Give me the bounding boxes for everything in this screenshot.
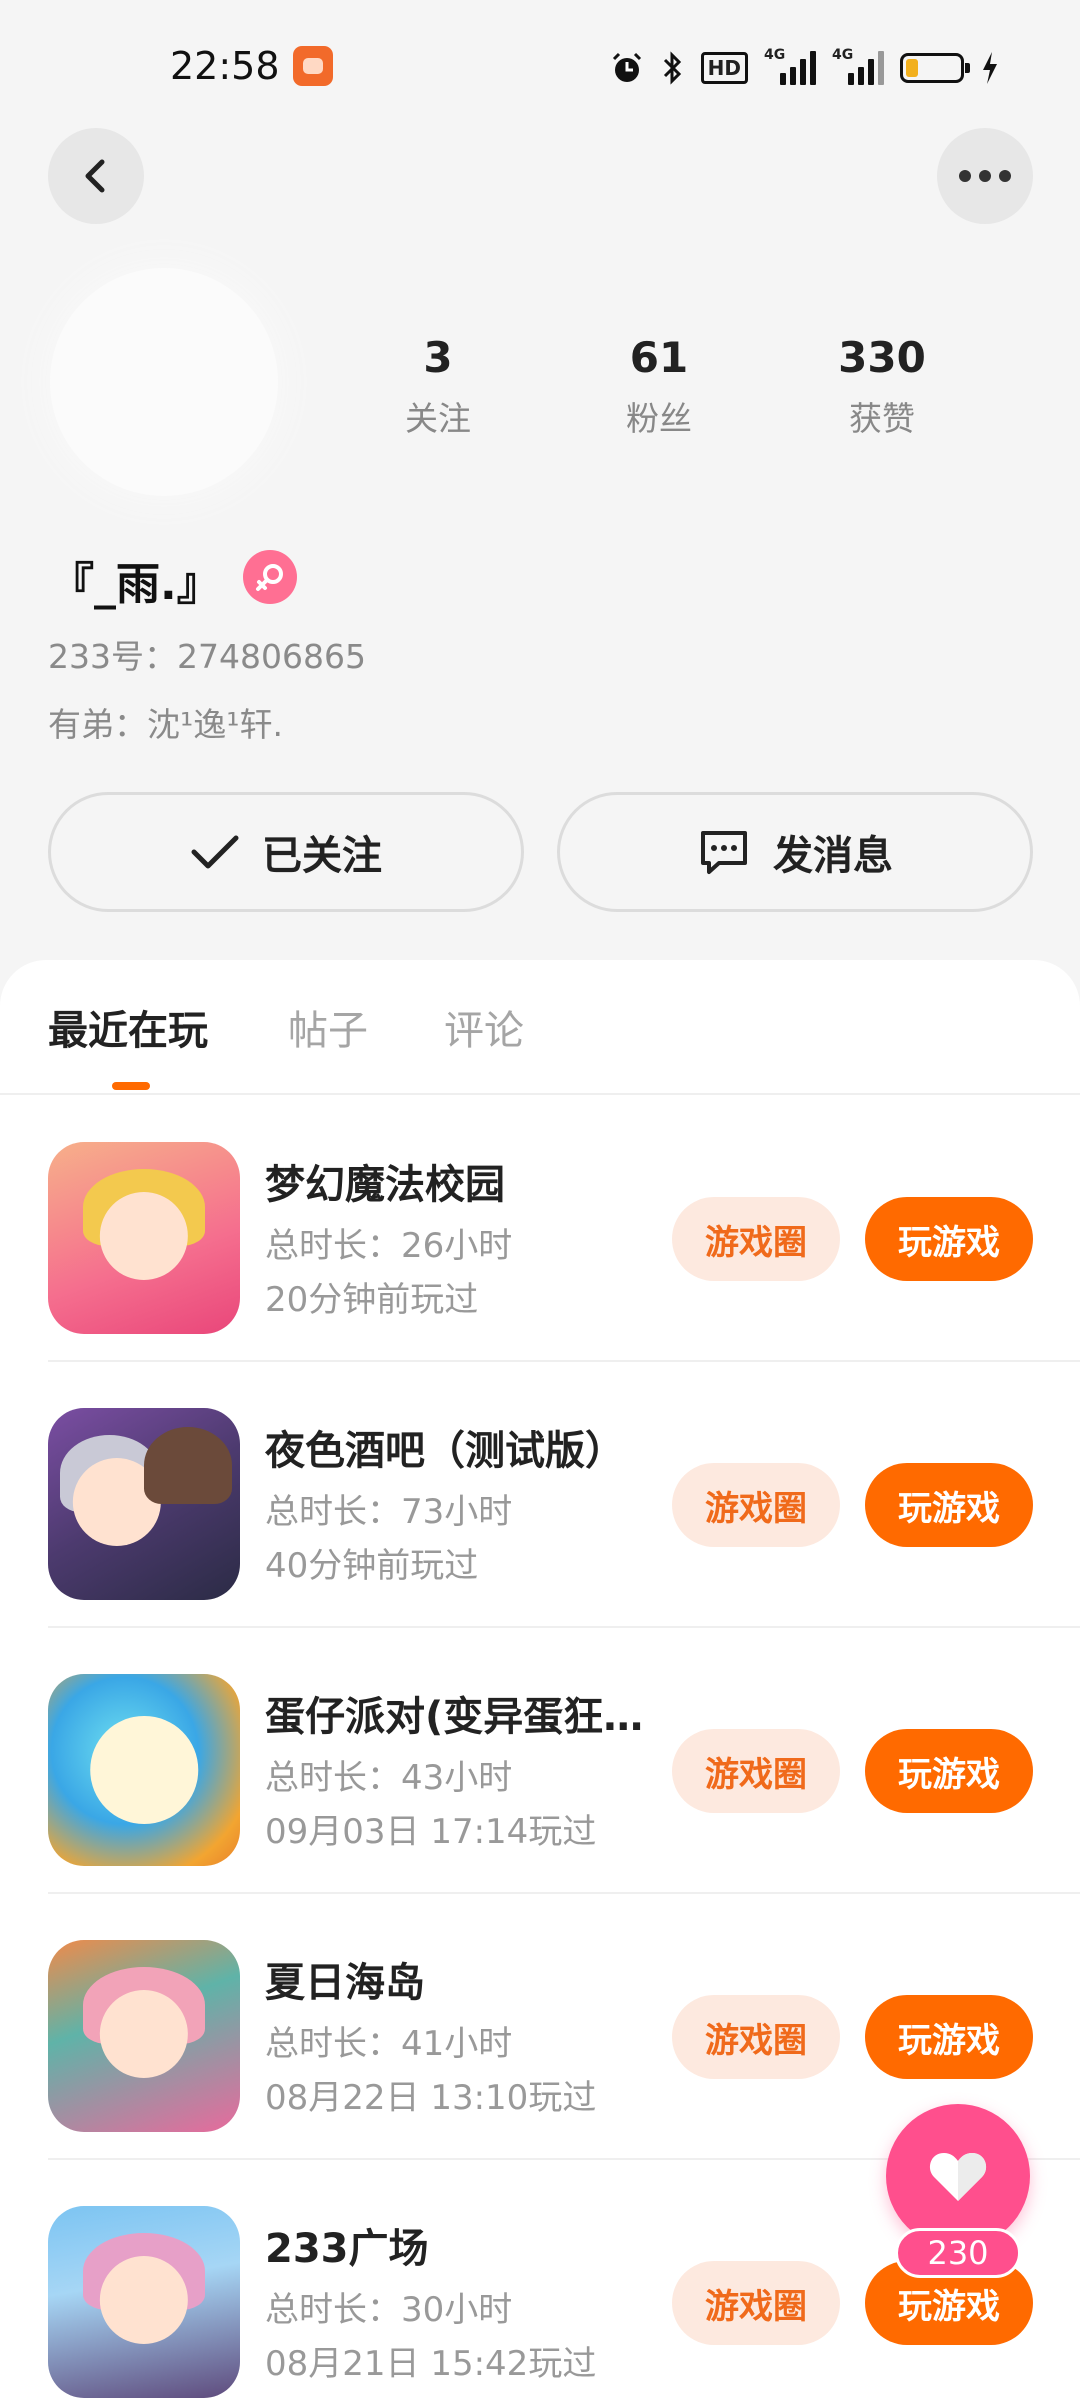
game-icon[interactable] (48, 1940, 240, 2132)
play-game-button[interactable]: 玩游戏 (865, 1197, 1033, 1281)
nickname: 『_雨.』 (50, 559, 221, 610)
status-time: 22:58 (170, 44, 280, 88)
game-duration: 总时长：41小时 (265, 2024, 513, 2064)
list-item[interactable]: 梦幻魔法校园 总时长：26小时 20分钟前玩过 游戏圈 玩游戏 (0, 1096, 1080, 1362)
game-circle-button[interactable]: 游戏圈 (672, 1729, 840, 1813)
game-duration: 总时长：30小时 (265, 2290, 513, 2330)
chat-bubble-icon (701, 831, 747, 874)
play-game-button[interactable]: 玩游戏 (865, 1729, 1033, 1813)
signal-icon-2: 4G (832, 47, 884, 85)
user-id: 233号：274806865 (48, 637, 366, 676)
more-button[interactable] (937, 128, 1033, 224)
stat-following-count: 3 (423, 333, 453, 382)
avatar[interactable] (50, 268, 278, 496)
message-label: 发消息 (773, 833, 893, 879)
game-icon[interactable] (48, 1674, 240, 1866)
followed-button[interactable]: 已关注 (48, 792, 524, 912)
play-game-button[interactable]: 玩游戏 (865, 1463, 1033, 1547)
female-icon (256, 564, 283, 591)
tab-posts[interactable]: 帖子 (288, 998, 368, 1056)
game-icon[interactable] (48, 2206, 240, 2398)
stat-following[interactable]: 3 关注 (348, 330, 528, 440)
check-icon (191, 835, 239, 869)
charging-icon (983, 52, 997, 84)
gender-badge (243, 550, 297, 604)
game-circle-button[interactable]: 游戏圈 (672, 2261, 840, 2345)
game-last-played: 08月22日 13:10玩过 (265, 2078, 597, 2118)
status-icons: HD 4G 4G (609, 47, 1000, 88)
game-name: 夏日海岛 (265, 1960, 425, 2006)
app-notification-icon (293, 46, 333, 86)
signal-label-2: 4G (832, 47, 854, 63)
game-last-played: 40分钟前玩过 (265, 1546, 479, 1586)
tab-recent-games[interactable]: 最近在玩 (48, 998, 208, 1056)
hd-voice-icon: HD (700, 52, 748, 84)
game-name: 蛋仔派对(变异蛋狂欢) (265, 1694, 655, 1740)
back-arrow-icon (85, 159, 105, 193)
like-button[interactable] (886, 2104, 1030, 2248)
stat-likes-count: 330 (838, 333, 926, 382)
battery-icon (900, 53, 970, 83)
user-bio: 有弟：沈¹逸¹轩. (48, 705, 283, 744)
bluetooth-icon (663, 51, 681, 85)
stat-fans[interactable]: 61 粉丝 (569, 330, 749, 440)
back-button[interactable] (48, 128, 144, 224)
game-circle-button[interactable]: 游戏圈 (672, 1463, 840, 1547)
like-count: 230 (895, 2228, 1021, 2278)
signal-label: 4G (764, 47, 786, 63)
tab-indicator (112, 1082, 150, 1090)
stat-likes-label: 获赞 (849, 399, 915, 438)
message-button[interactable]: 发消息 (557, 792, 1033, 912)
stat-fans-label: 粉丝 (626, 399, 692, 438)
followed-label: 已关注 (262, 833, 382, 879)
play-game-button[interactable]: 玩游戏 (865, 1995, 1033, 2079)
tab-comments[interactable]: 评论 (444, 998, 524, 1056)
game-name: 夜色酒吧（测试版） (265, 1428, 625, 1474)
list-item[interactable]: 蛋仔派对(变异蛋狂欢) 总时长：43小时 09月03日 17:14玩过 游戏圈 … (0, 1628, 1080, 1894)
game-name: 233广场 (265, 2226, 429, 2272)
alarm-icon (612, 52, 641, 82)
game-icon[interactable] (48, 1408, 240, 1600)
status-bar: 22:58 HD 4G 4G (0, 0, 1080, 136)
game-last-played: 20分钟前玩过 (265, 1280, 479, 1320)
game-duration: 总时长：26小时 (265, 1226, 513, 1266)
game-circle-button[interactable]: 游戏圈 (672, 1197, 840, 1281)
stat-fans-count: 61 (629, 333, 689, 382)
game-name: 梦幻魔法校园 (265, 1162, 505, 1208)
heart-icon (929, 2153, 987, 2201)
game-last-played: 08月21日 15:42玩过 (265, 2344, 597, 2384)
game-last-played: 09月03日 17:14玩过 (265, 1812, 597, 1852)
tab-divider (0, 1093, 1080, 1095)
stat-likes[interactable]: 330 获赞 (792, 330, 972, 440)
signal-icon: 4G (764, 47, 816, 85)
more-dots-icon (959, 170, 1011, 182)
list-item[interactable]: 夜色酒吧（测试版） 总时长：73小时 40分钟前玩过 游戏圈 玩游戏 (0, 1362, 1080, 1628)
game-duration: 总时长：43小时 (265, 1758, 513, 1798)
stat-following-label: 关注 (405, 399, 471, 438)
game-duration: 总时长：73小时 (265, 1492, 513, 1532)
game-icon[interactable] (48, 1142, 240, 1334)
game-circle-button[interactable]: 游戏圈 (672, 1995, 840, 2079)
